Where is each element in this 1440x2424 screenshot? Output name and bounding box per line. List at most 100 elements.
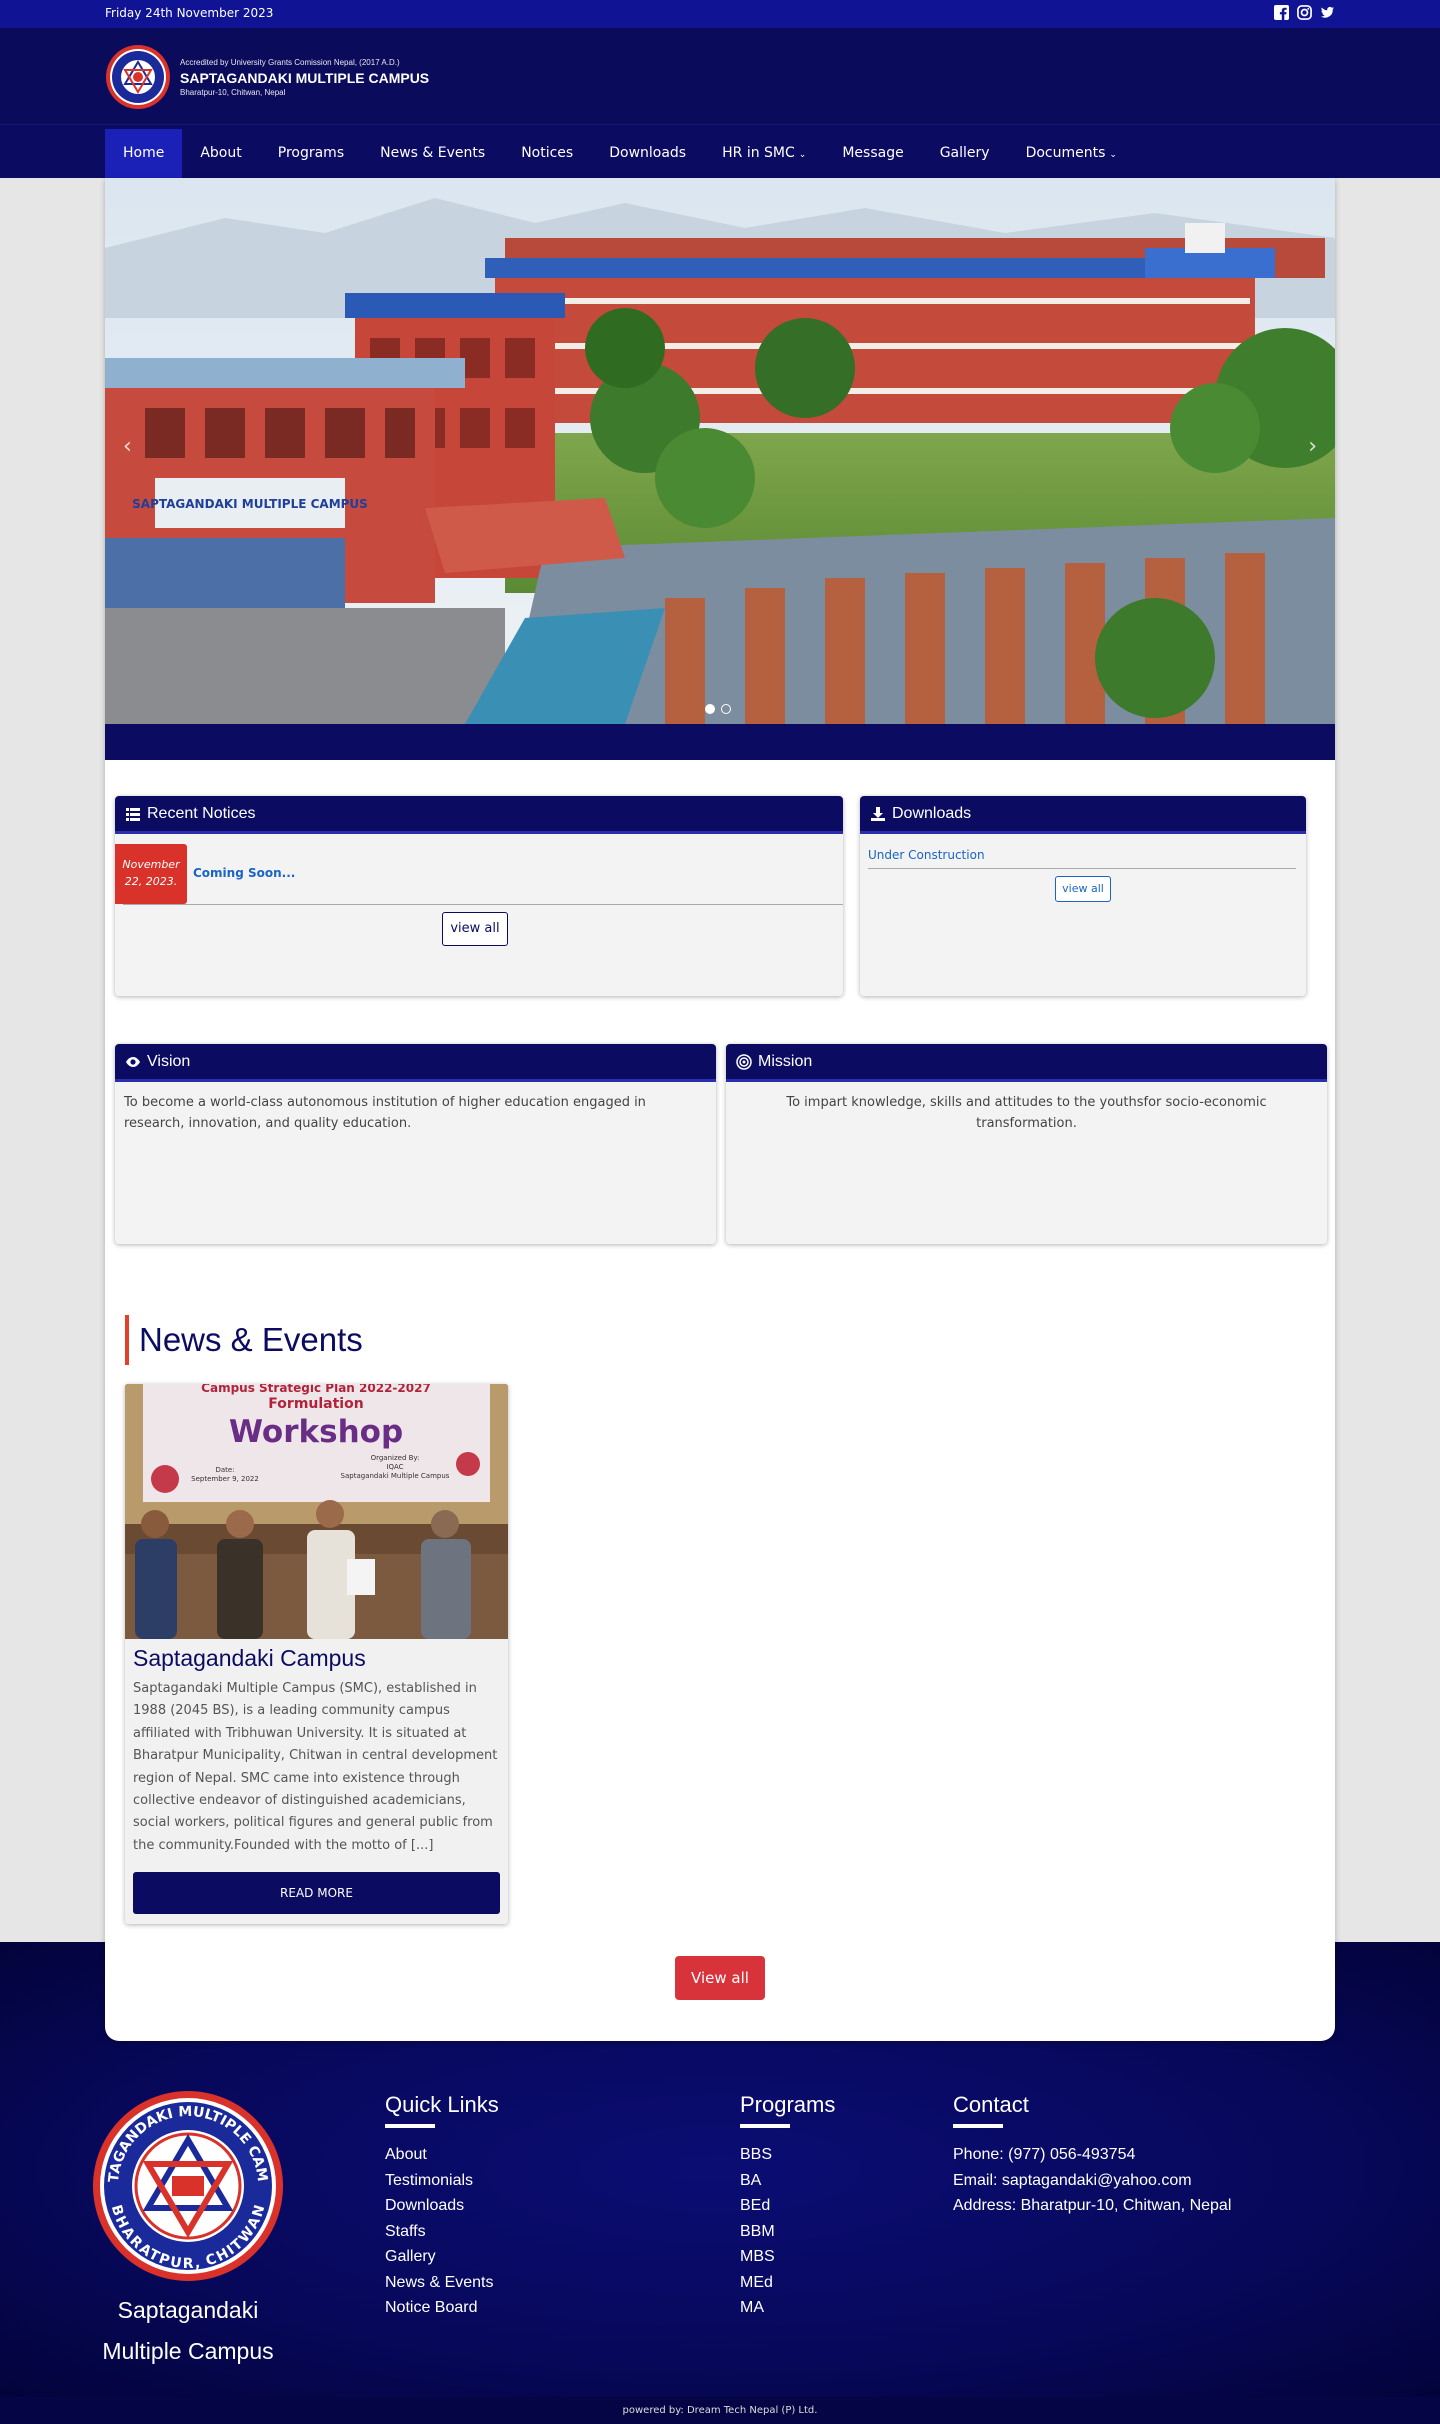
svg-text:Campus Strategic Plan 2022-202: Campus Strategic Plan 2022-2027	[201, 1384, 431, 1395]
footer-link-notice-board[interactable]: Notice Board	[385, 2295, 499, 2321]
footer-link-testimonials[interactable]: Testimonials	[385, 2168, 499, 2194]
list-icon	[126, 807, 140, 821]
slider-next-arrow[interactable]: ›	[1308, 434, 1317, 459]
contact-phone: Phone: (977) 056-493754	[953, 2146, 1136, 2163]
recent-notices-panel: Recent Notices November 22, 2023. Coming…	[115, 796, 843, 996]
nav-label: Home	[123, 145, 165, 161]
svg-text:Date:: Date:	[215, 1466, 234, 1474]
notice-date-badge: November 22, 2023.	[115, 844, 187, 904]
campus-photo: SAPTAGANDAKI MULTIPLE CAMPUS	[105, 178, 1335, 724]
site-header: Accredited by University Grants Comissio…	[0, 28, 1440, 124]
program-link[interactable]: BBS	[740, 2142, 835, 2168]
hero-slider: SAPTAGANDAKI MULTIPLE CAMPUS ‹ ›	[105, 178, 1335, 724]
read-more-button[interactable]: READ MORE	[133, 1872, 500, 1914]
brand-block: Accredited by University Grants Comissio…	[180, 58, 429, 97]
twitter-icon[interactable]	[1320, 5, 1335, 20]
panel-title: Recent Notices	[147, 804, 256, 822]
footer-link-downloads[interactable]: Downloads	[385, 2193, 499, 2219]
footer-name-line: Saptagandaki	[117, 2297, 259, 2323]
download-icon	[871, 806, 885, 821]
program-link[interactable]: BA	[740, 2168, 835, 2194]
instagram-icon[interactable]	[1297, 5, 1312, 20]
nav-item-gallery[interactable]: Gallery	[922, 129, 1008, 178]
site-logo-link[interactable]: Accredited by University Grants Comissio…	[105, 44, 429, 110]
svg-text:Formulation: Formulation	[268, 1396, 363, 1412]
nav-item-downloads[interactable]: Downloads	[591, 129, 704, 178]
panel-header: Vision	[115, 1044, 716, 1082]
main-content: SAPTAGANDAKI MULTIPLE CAMPUS ‹ › Recent …	[105, 178, 1335, 2041]
program-link[interactable]: MEd	[740, 2270, 835, 2296]
notices-view-all-button[interactable]: view all	[442, 912, 508, 946]
downloads-view-all-button[interactable]: view all	[1055, 876, 1111, 902]
program-link[interactable]: BBM	[740, 2219, 835, 2245]
eye-icon	[126, 1056, 140, 1067]
news-image[interactable]: Campus Strategic Plan 2022-2027 Formulat…	[125, 1384, 508, 1639]
news-view-all-button[interactable]: View all	[675, 1956, 765, 2000]
footer-campus-name: Saptagandaki Multiple Campus	[60, 2290, 316, 2372]
panel-title: Downloads	[892, 804, 972, 822]
program-link[interactable]: BEd	[740, 2193, 835, 2219]
programs-column: Programs BBS BA BEd BBM MBS MEd MA	[740, 2092, 835, 2321]
campus-logo	[106, 45, 170, 109]
news-events-heading: News & Events	[125, 1315, 363, 1365]
quick-links-heading: Quick Links	[385, 2092, 499, 2117]
nav-item-home[interactable]: Home	[105, 129, 183, 178]
slider-dot[interactable]	[721, 704, 731, 714]
svg-text:SAPTAGANDAKI MULTIPLE CAMPUS: SAPTAGANDAKI MULTIPLE CAMPUS	[132, 497, 368, 511]
vision-text: To become a world-class autonomous insti…	[124, 1095, 646, 1131]
panel-header: Mission	[726, 1044, 1327, 1082]
target-icon	[736, 1053, 752, 1070]
footer-link-news-events[interactable]: News & Events	[385, 2270, 499, 2296]
contact-email[interactable]: Email: saptagandaki@yahoo.com	[953, 2168, 1231, 2194]
footer-name-line: Multiple Campus	[102, 2338, 274, 2364]
contact-column: Contact Phone: (977) 056-493754 Email: s…	[953, 2092, 1231, 2219]
mission-text: To impart knowledge, skills and attitude…	[786, 1095, 1267, 1131]
download-item-link[interactable]: Under Construction	[868, 848, 985, 862]
nav-item-documents[interactable]: Documents ⌄	[1008, 129, 1135, 178]
svg-text:Saptagandaki Multiple Campus: Saptagandaki Multiple Campus	[341, 1472, 450, 1480]
accreditation-text: Accredited by University Grants Comissio…	[180, 57, 400, 67]
nav-item-notices[interactable]: Notices	[503, 129, 591, 178]
program-link[interactable]: MBS	[740, 2244, 835, 2270]
facebook-icon[interactable]	[1274, 5, 1289, 20]
panel-title: Mission	[758, 1052, 813, 1070]
quick-links-column: Quick Links About Testimonials Downloads…	[385, 2092, 499, 2321]
slider-prev-arrow[interactable]: ‹	[123, 434, 132, 459]
divider	[868, 868, 1296, 869]
heading-underline	[953, 2124, 1003, 2128]
contact-heading: Contact	[953, 2092, 1029, 2117]
nav-item-message[interactable]: Message	[824, 129, 921, 178]
nav-item-hr-in-smc[interactable]: HR in SMC ⌄	[704, 129, 824, 178]
program-link[interactable]: MA	[740, 2295, 835, 2321]
svg-text:Workshop: Workshop	[229, 1414, 403, 1450]
heading-underline	[740, 2124, 790, 2128]
main-navigation: Home About Programs News & Events Notice…	[0, 124, 1440, 178]
nav-label: News & Events	[380, 145, 486, 161]
nav-label: About	[200, 145, 242, 161]
chevron-down-icon: ⌄	[1109, 150, 1117, 160]
nav-label: Documents	[1025, 145, 1106, 161]
nav-item-news-events[interactable]: News & Events	[362, 129, 503, 178]
notice-item[interactable]: November 22, 2023. Coming Soon...	[115, 844, 835, 904]
downloads-panel: Downloads Under Construction view all	[860, 796, 1306, 996]
footer-campus-logo: SAPTAGANDAKI MULTIPLE CAMPUS BHARATPUR, …	[92, 2090, 283, 2281]
footer-link-gallery[interactable]: Gallery	[385, 2244, 499, 2270]
nav-item-programs[interactable]: Programs	[260, 129, 362, 178]
news-title[interactable]: Saptagandaki Campus	[125, 1639, 508, 1672]
campus-address: Bharatpur-10, Chitwan, Nepal	[180, 87, 286, 97]
mission-panel: Mission To impart knowledge, skills and …	[726, 1044, 1327, 1244]
nav-item-about[interactable]: About	[182, 129, 259, 178]
svg-text:IQAC: IQAC	[386, 1463, 403, 1471]
footer-link-staffs[interactable]: Staffs	[385, 2219, 499, 2245]
panel-title: Vision	[147, 1052, 191, 1070]
slider-dot[interactable]	[705, 704, 715, 714]
heading-underline	[385, 2124, 435, 2128]
chevron-down-icon: ⌄	[798, 150, 807, 160]
nav-label: Message	[842, 145, 904, 161]
footer-link-about[interactable]: About	[385, 2142, 499, 2168]
notice-title-link[interactable]: Coming Soon...	[193, 866, 295, 880]
programs-heading: Programs	[740, 2092, 836, 2117]
nav-label: Programs	[277, 145, 345, 161]
divider	[123, 904, 843, 905]
vision-panel: Vision To become a world-class autonomou…	[115, 1044, 716, 1244]
